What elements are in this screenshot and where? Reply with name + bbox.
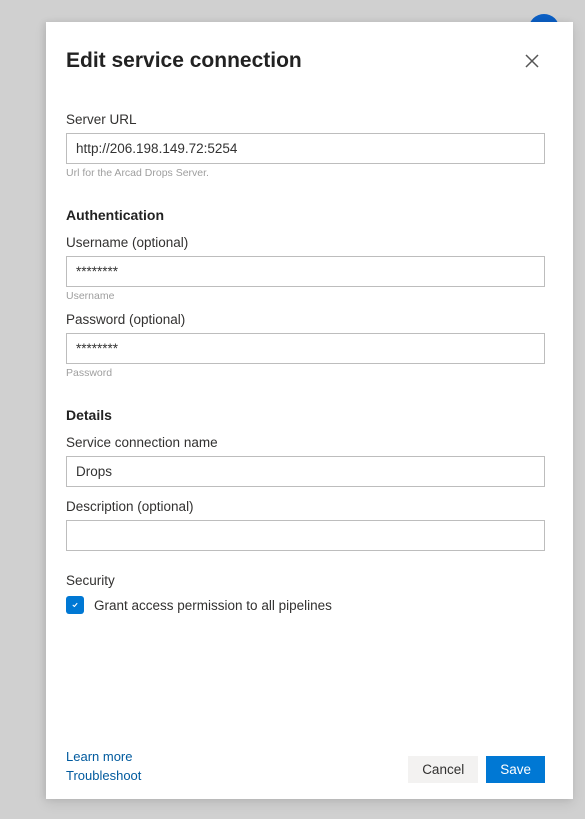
connection-name-label: Service connection name [66, 435, 545, 450]
connection-name-field: Service connection name [66, 435, 545, 487]
username-input[interactable] [66, 256, 545, 287]
panel-title: Edit service connection [66, 49, 302, 73]
password-hint: Password [66, 367, 545, 379]
panel-footer: Learn more Troubleshoot Cancel Save [66, 723, 545, 783]
grant-access-text: Grant access permission to all pipelines [94, 598, 332, 613]
edit-service-connection-panel: Edit service connection Server URL Url f… [46, 22, 573, 799]
learn-more-link[interactable]: Learn more [66, 749, 141, 764]
viewport: Edit service connection Server URL Url f… [0, 0, 585, 819]
partial-top-edge [46, 0, 573, 22]
username-field: Username (optional) Username [66, 235, 545, 302]
server-url-field: Server URL Url for the Arcad Drops Serve… [66, 112, 545, 179]
save-button[interactable]: Save [486, 756, 545, 783]
connection-name-input[interactable] [66, 456, 545, 487]
server-url-input[interactable] [66, 133, 545, 164]
password-input[interactable] [66, 333, 545, 364]
username-label: Username (optional) [66, 235, 545, 250]
cancel-button[interactable]: Cancel [408, 756, 478, 783]
checkmark-icon [72, 599, 78, 611]
password-field: Password (optional) Password [66, 312, 545, 379]
password-label: Password (optional) [66, 312, 545, 327]
server-url-hint: Url for the Arcad Drops Server. [66, 167, 545, 179]
footer-links: Learn more Troubleshoot [66, 749, 141, 783]
panel-header: Edit service connection [66, 48, 545, 74]
close-button[interactable] [519, 48, 545, 74]
description-label: Description (optional) [66, 499, 545, 514]
description-field: Description (optional) [66, 499, 545, 551]
close-icon [525, 54, 539, 68]
details-section: Details [66, 407, 545, 423]
troubleshoot-link[interactable]: Troubleshoot [66, 768, 141, 783]
grant-access-checkbox[interactable] [66, 596, 84, 614]
authentication-section: Authentication [66, 207, 545, 223]
username-hint: Username [66, 290, 545, 302]
footer-actions: Cancel Save [408, 756, 545, 783]
security-label: Security [66, 573, 545, 588]
server-url-label: Server URL [66, 112, 545, 127]
security-row: Grant access permission to all pipelines [66, 596, 545, 614]
description-input[interactable] [66, 520, 545, 551]
form-body: Server URL Url for the Arcad Drops Serve… [66, 102, 545, 723]
